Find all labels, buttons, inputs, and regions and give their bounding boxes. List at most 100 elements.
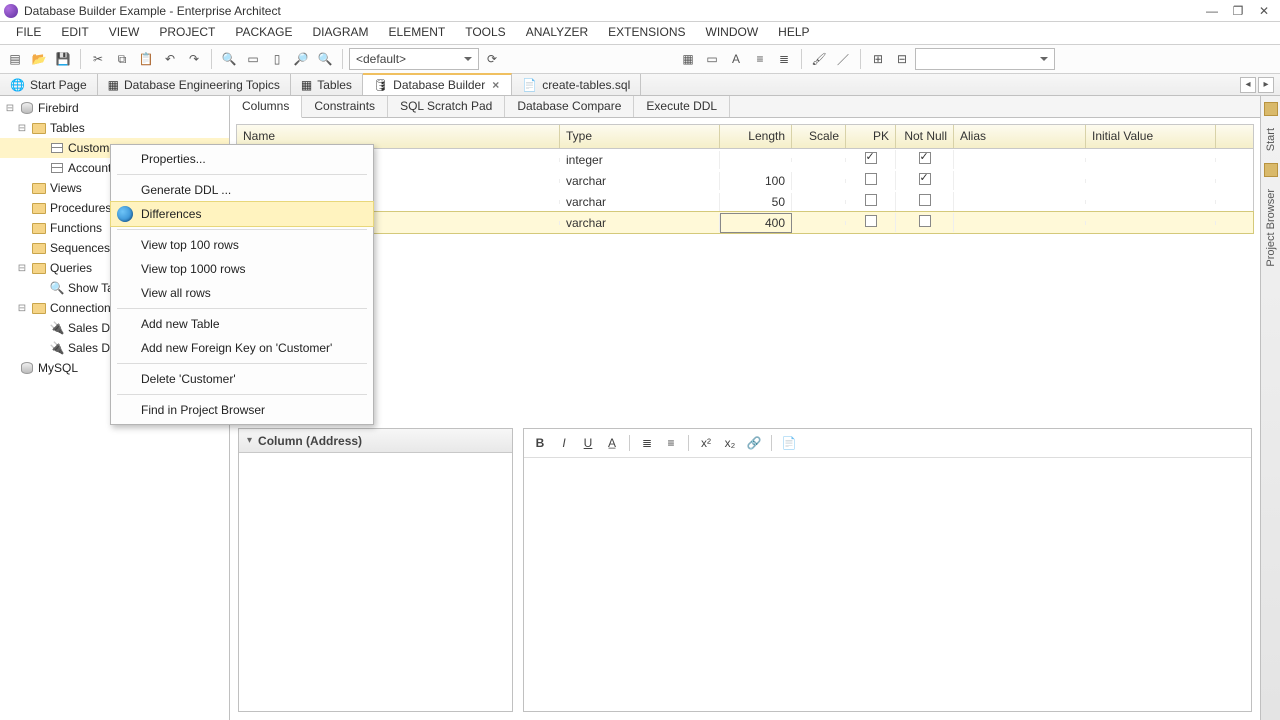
- cell-scale[interactable]: [792, 221, 846, 225]
- cell-pk[interactable]: [846, 192, 896, 211]
- col-header-type[interactable]: Type: [560, 125, 720, 148]
- subtab-execute-ddl[interactable]: Execute DDL: [634, 96, 730, 117]
- cell-scale[interactable]: [792, 179, 846, 183]
- cm-generate-ddl[interactable]: Generate DDL ...: [111, 178, 373, 202]
- cell-pk[interactable]: [846, 171, 896, 190]
- tab-next-button[interactable]: ▸: [1258, 77, 1274, 93]
- grid-row[interactable]: varchar 100: [237, 170, 1253, 191]
- cell-type[interactable]: varchar: [560, 193, 720, 211]
- cell-alias[interactable]: [954, 200, 1086, 204]
- tree-node-firebird[interactable]: ⊟Firebird: [0, 98, 229, 118]
- superscript-icon[interactable]: x²: [696, 433, 716, 453]
- rail-icon[interactable]: [1264, 163, 1278, 177]
- grid-row[interactable]: varchar 50: [237, 191, 1253, 212]
- cell-notnull[interactable]: [896, 171, 954, 190]
- cell-notnull[interactable]: [896, 213, 954, 232]
- cm-view-all-rows[interactable]: View all rows: [111, 281, 373, 305]
- paint-icon[interactable]: 🖌: [808, 48, 830, 70]
- document-icon[interactable]: 📄: [779, 433, 799, 453]
- tab-close-icon[interactable]: ×: [490, 78, 501, 92]
- cell-length[interactable]: [720, 158, 792, 162]
- cell-initial[interactable]: [1086, 179, 1216, 183]
- align-icon[interactable]: ≡: [749, 48, 771, 70]
- cell-length[interactable]: 50: [720, 193, 792, 211]
- grid-row[interactable]: varchar 400: [237, 212, 1253, 233]
- col-header-length[interactable]: Length: [720, 125, 792, 148]
- maximize-button[interactable]: ❐: [1226, 3, 1250, 19]
- paste-icon[interactable]: 📋: [135, 48, 157, 70]
- page-icon[interactable]: ▭: [242, 48, 264, 70]
- cell-pk[interactable]: [846, 213, 896, 232]
- cell-initial[interactable]: [1086, 200, 1216, 204]
- cell-alias[interactable]: [954, 158, 1086, 162]
- cell-alias[interactable]: [954, 179, 1086, 183]
- checkbox-icon[interactable]: [919, 152, 931, 164]
- menu-extensions[interactable]: EXTENSIONS: [598, 22, 695, 44]
- window1-icon[interactable]: ⊞: [867, 48, 889, 70]
- copy-icon[interactable]: ⧉: [111, 48, 133, 70]
- tab-tables[interactable]: ▦ Tables: [291, 74, 363, 95]
- undo-icon[interactable]: ↶: [159, 48, 181, 70]
- menu-tools[interactable]: TOOLS: [455, 22, 515, 44]
- zoom-icon[interactable]: 🔍: [218, 48, 240, 70]
- workspace-combo[interactable]: <default>: [349, 48, 479, 70]
- menu-diagram[interactable]: DIAGRAM: [303, 22, 379, 44]
- save-icon[interactable]: 💾: [52, 48, 74, 70]
- cell-notnull[interactable]: [896, 192, 954, 211]
- checkbox-icon[interactable]: [865, 173, 877, 185]
- subtab-database-compare[interactable]: Database Compare: [505, 96, 634, 117]
- cm-view-top-1000[interactable]: View top 1000 rows: [111, 257, 373, 281]
- tree-node-tables[interactable]: ⊟Tables: [0, 118, 229, 138]
- rail-icon[interactable]: [1264, 102, 1278, 116]
- cell-length[interactable]: 100: [720, 172, 792, 190]
- cell-scale[interactable]: [792, 200, 846, 204]
- col-header-notnull[interactable]: Not Null: [896, 125, 954, 148]
- cm-add-foreign-key[interactable]: Add new Foreign Key on 'Customer': [111, 336, 373, 360]
- redo-icon[interactable]: ↷: [183, 48, 205, 70]
- rail-tab-start[interactable]: Start: [1265, 124, 1277, 155]
- col-header-initial[interactable]: Initial Value: [1086, 125, 1216, 148]
- menu-view[interactable]: VIEW: [99, 22, 150, 44]
- menu-element[interactable]: ELEMENT: [379, 22, 456, 44]
- grid-row[interactable]: integer: [237, 149, 1253, 170]
- menu-help[interactable]: HELP: [768, 22, 819, 44]
- hyperlink-icon[interactable]: 🔗: [744, 433, 764, 453]
- collapse-icon[interactable]: ▾: [247, 435, 252, 446]
- subtab-sql-scratch-pad[interactable]: SQL Scratch Pad: [388, 96, 505, 117]
- text-icon[interactable]: A: [725, 48, 747, 70]
- list-icon[interactable]: ≣: [773, 48, 795, 70]
- bold-icon[interactable]: B: [530, 433, 550, 453]
- menu-file[interactable]: FILE: [6, 22, 51, 44]
- tab-prev-button[interactable]: ◂: [1240, 77, 1256, 93]
- cm-show-differences[interactable]: Differences: [111, 202, 373, 226]
- notes-body[interactable]: [524, 457, 1251, 711]
- col-header-alias[interactable]: Alias: [954, 125, 1086, 148]
- minimize-button[interactable]: —: [1200, 3, 1224, 19]
- cm-delete-customer[interactable]: Delete 'Customer': [111, 367, 373, 391]
- cell-length[interactable]: 400: [720, 213, 792, 233]
- tab-create-tables-sql[interactable]: 📄 create-tables.sql: [512, 74, 641, 95]
- window2-icon[interactable]: ⊟: [891, 48, 913, 70]
- menu-project[interactable]: PROJECT: [149, 22, 225, 44]
- tab-start-page[interactable]: 🌐 Start Page: [0, 74, 98, 95]
- column-panel-header[interactable]: ▾ Column (Address): [239, 429, 512, 453]
- subtab-columns[interactable]: Columns: [230, 96, 302, 118]
- menu-package[interactable]: PACKAGE: [225, 22, 302, 44]
- cut-icon[interactable]: ✂: [87, 48, 109, 70]
- cell-pk[interactable]: [846, 150, 896, 169]
- underline-icon[interactable]: U: [578, 433, 598, 453]
- menu-window[interactable]: WINDOW: [696, 22, 769, 44]
- pages-icon[interactable]: ▯: [266, 48, 288, 70]
- tab-database-builder[interactable]: 🛢 Database Builder ×: [363, 73, 512, 95]
- bullet-list-icon[interactable]: ≣: [637, 433, 657, 453]
- search-icon[interactable]: 🔎: [290, 48, 312, 70]
- close-button[interactable]: ✕: [1252, 3, 1276, 19]
- tab-db-engineering[interactable]: ▦ Database Engineering Topics: [98, 74, 291, 95]
- checkbox-icon[interactable]: [865, 194, 877, 206]
- cm-find-in-browser[interactable]: Find in Project Browser: [111, 398, 373, 422]
- checkbox-icon[interactable]: [865, 215, 877, 227]
- subtab-constraints[interactable]: Constraints: [302, 96, 388, 117]
- checkbox-icon[interactable]: [919, 173, 931, 185]
- cell-notnull[interactable]: [896, 150, 954, 169]
- cell-type[interactable]: varchar: [560, 214, 720, 232]
